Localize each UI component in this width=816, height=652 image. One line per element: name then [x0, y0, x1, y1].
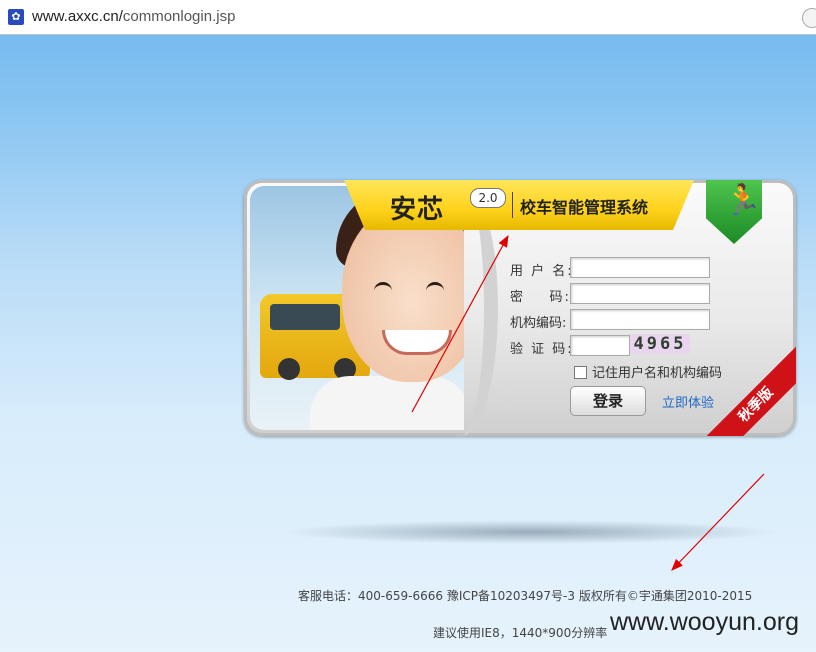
footer-browser-hint: 建议使用IE8，1440*900分辨率	[433, 626, 608, 640]
annotation-arrows	[411, 234, 765, 571]
footer-contact: 客服电话：400-659-6666 豫ICP备10203497号-3 版权所有©…	[298, 589, 753, 603]
annotation-arrow-2	[671, 473, 765, 571]
watermark: www.wooyun.org	[610, 608, 799, 636]
annotation-arrow-1	[411, 234, 509, 413]
